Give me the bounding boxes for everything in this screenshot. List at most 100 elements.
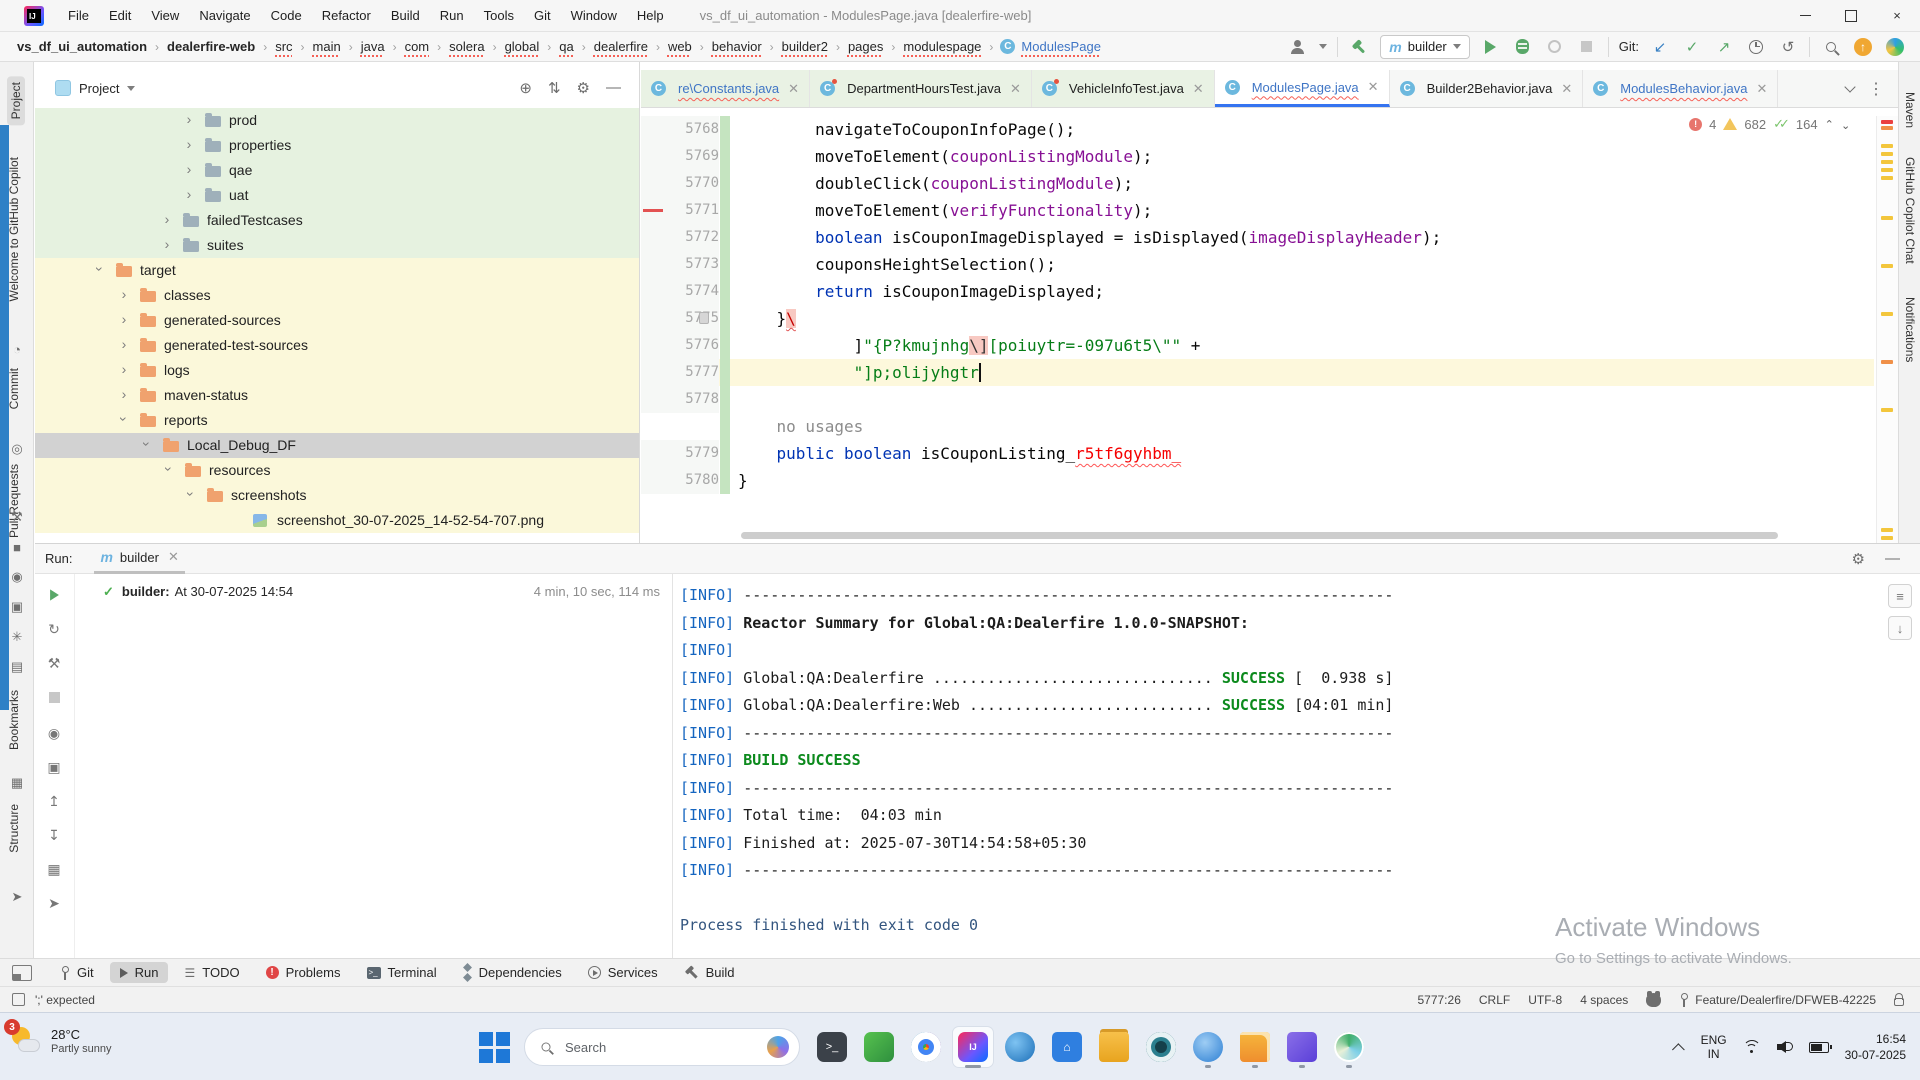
- git-commit-icon[interactable]: ✓: [1681, 36, 1703, 58]
- menu-help[interactable]: Help: [627, 0, 674, 32]
- copilot-icon[interactable]: ◔: [8, 340, 26, 358]
- start-button[interactable]: [478, 1031, 510, 1063]
- menu-refactor[interactable]: Refactor: [312, 0, 381, 32]
- run-button[interactable]: [1480, 36, 1502, 58]
- chevron-expanded-icon[interactable]: ›: [183, 488, 199, 500]
- wrench-icon[interactable]: ⚒: [45, 654, 63, 672]
- close-icon[interactable]: ✕: [1561, 81, 1572, 97]
- editor-tab[interactable]: CVehicleInfoTest.java✕: [1032, 70, 1215, 107]
- gear-icon[interactable]: ⚙: [1852, 550, 1865, 568]
- mysql-workbench-icon[interactable]: [1000, 1027, 1040, 1067]
- tool-window-button-build[interactable]: Build: [674, 962, 745, 983]
- breadcrumb-item[interactable]: web: [667, 38, 693, 55]
- code-editor[interactable]: 5768 navigateToCouponInfoPage();5769 mov…: [641, 116, 1874, 543]
- git-history-icon[interactable]: [1745, 36, 1767, 58]
- tab-options-icon[interactable]: ⋮: [1868, 79, 1884, 99]
- close-icon[interactable]: ✕: [788, 81, 799, 97]
- build-project-icon[interactable]: [1348, 36, 1370, 58]
- editor-tab[interactable]: CBuilder2Behavior.java✕: [1390, 70, 1584, 107]
- inspections-widget[interactable]: ! 4 682 ✓✓ 164 ⌃ ⌃: [1689, 116, 1850, 132]
- tree-row[interactable]: ›screenshots: [35, 483, 639, 508]
- taskbar-search[interactable]: Search: [524, 1028, 800, 1066]
- stop-square-icon[interactable]: ■: [8, 538, 26, 556]
- close-icon[interactable]: ✕: [1756, 81, 1767, 97]
- tool-stripe-pull-requests[interactable]: Pull Requests: [7, 464, 21, 538]
- minimize-button[interactable]: [1782, 0, 1828, 32]
- file-encoding[interactable]: UTF-8: [1528, 993, 1562, 1007]
- chevron-collapsed-icon[interactable]: ›: [161, 211, 173, 227]
- breadcrumb-item[interactable]: vs_df_ui_automation: [16, 38, 148, 55]
- chevron-collapsed-icon[interactable]: ›: [183, 111, 195, 127]
- editor-tab[interactable]: CDepartmentHoursTest.java✕: [810, 70, 1032, 107]
- unlock-icon[interactable]: [1894, 998, 1904, 1006]
- run-tab-builder[interactable]: m builder ✕: [94, 544, 184, 574]
- menu-git[interactable]: Git: [524, 0, 561, 32]
- gutter-marker-icon[interactable]: [699, 312, 709, 324]
- breadcrumb-item[interactable]: solera: [448, 38, 485, 55]
- debug-button[interactable]: [1512, 36, 1534, 58]
- close-icon[interactable]: ✕: [1368, 79, 1379, 95]
- rerun-failed-icon[interactable]: ↻: [45, 620, 63, 638]
- breadcrumb-item[interactable]: dealerfire-web: [166, 38, 256, 55]
- tree-row[interactable]: ›resources: [35, 458, 639, 483]
- eye-icon[interactable]: ◉: [8, 568, 26, 586]
- chrome-icon[interactable]: [906, 1027, 946, 1067]
- scroll-to-end-icon[interactable]: ↓: [1888, 616, 1912, 640]
- menu-run[interactable]: Run: [430, 0, 474, 32]
- intellij-idea-icon[interactable]: IJ: [953, 1027, 993, 1067]
- tree-row[interactable]: ›suites: [35, 233, 639, 258]
- tray-overflow-icon[interactable]: [1672, 1043, 1685, 1056]
- line-separator[interactable]: CRLF: [1479, 993, 1510, 1007]
- git-push-icon[interactable]: ↗: [1713, 36, 1735, 58]
- green-leaf-app-icon[interactable]: [859, 1027, 899, 1067]
- microsoft-store-icon[interactable]: ⌂: [1047, 1027, 1087, 1067]
- chevron-collapsed-icon[interactable]: ›: [118, 311, 130, 327]
- menu-build[interactable]: Build: [381, 0, 430, 32]
- chevron-collapsed-icon[interactable]: ›: [118, 336, 130, 352]
- prev-issue-icon[interactable]: ⌃: [1825, 118, 1834, 131]
- tool-window-button-problems[interactable]: !Problems: [256, 962, 351, 983]
- tree-row[interactable]: ›Local_Debug_DF: [35, 433, 639, 458]
- project-panel-title[interactable]: Project: [55, 80, 135, 96]
- chevron-expanded-icon[interactable]: ›: [92, 263, 108, 275]
- speaker-icon[interactable]: [1777, 1040, 1793, 1054]
- tree-row[interactable]: screenshot_30-07-2025_14-52-54-707.png: [35, 508, 639, 533]
- chevron-collapsed-icon[interactable]: ›: [183, 161, 195, 177]
- hidden-tabs-icon[interactable]: [1844, 81, 1855, 92]
- clipboard-icon[interactable]: ▤: [8, 658, 26, 676]
- tool-stripe-project[interactable]: Project: [7, 76, 25, 125]
- file-explorer-icon[interactable]: [1094, 1027, 1134, 1067]
- tool-stripe-copilot[interactable]: Welcome to GitHub Copilot: [7, 157, 21, 302]
- tool-window-button-dependencies[interactable]: Dependencies: [453, 960, 572, 985]
- editor-tab[interactable]: CModulesBehavior.java✕: [1583, 70, 1778, 107]
- tree-row[interactable]: ›maven-status: [35, 383, 639, 408]
- breadcrumb-item[interactable]: pages: [847, 38, 884, 55]
- coverage-button[interactable]: [1544, 36, 1566, 58]
- breadcrumb-item[interactable]: behavior: [711, 38, 763, 55]
- menu-tools[interactable]: Tools: [474, 0, 524, 32]
- git-update-icon[interactable]: ↙: [1649, 36, 1671, 58]
- chevron-expanded-icon[interactable]: ›: [116, 413, 132, 425]
- scroll-down-icon[interactable]: ↧: [45, 826, 63, 844]
- chevron-collapsed-icon[interactable]: ›: [118, 386, 130, 402]
- camera-icon[interactable]: ▣: [8, 598, 26, 616]
- wifi-icon[interactable]: [1743, 1040, 1761, 1054]
- tool-stripe-notifications[interactable]: Notifications: [1903, 297, 1917, 362]
- tree-row[interactable]: ›prod: [35, 108, 639, 133]
- chevron-collapsed-icon[interactable]: ›: [183, 136, 195, 152]
- tool-window-button-terminal[interactable]: >_Terminal: [357, 962, 447, 983]
- collapse-all-icon[interactable]: ⇅: [548, 79, 561, 97]
- notes-search-icon[interactable]: [1282, 1027, 1322, 1067]
- run-result-row[interactable]: ✓ builder: At 30-07-2025 14:54 4 min, 10…: [103, 584, 660, 600]
- breadcrumb-item[interactable]: modulespage: [902, 38, 982, 55]
- menu-window[interactable]: Window: [561, 0, 627, 32]
- chevron-collapsed-icon[interactable]: ›: [118, 286, 130, 302]
- update-available-icon[interactable]: ↑: [1852, 36, 1874, 58]
- tree-row[interactable]: ›generated-test-sources: [35, 333, 639, 358]
- tree-row[interactable]: ›uat: [35, 183, 639, 208]
- search-everywhere-icon[interactable]: [1820, 36, 1842, 58]
- stop-icon[interactable]: [45, 688, 63, 706]
- pin-icon[interactable]: ➤: [45, 894, 63, 912]
- tool-window-button-services[interactable]: Services: [578, 962, 668, 983]
- tree-row[interactable]: ›qae: [35, 158, 639, 183]
